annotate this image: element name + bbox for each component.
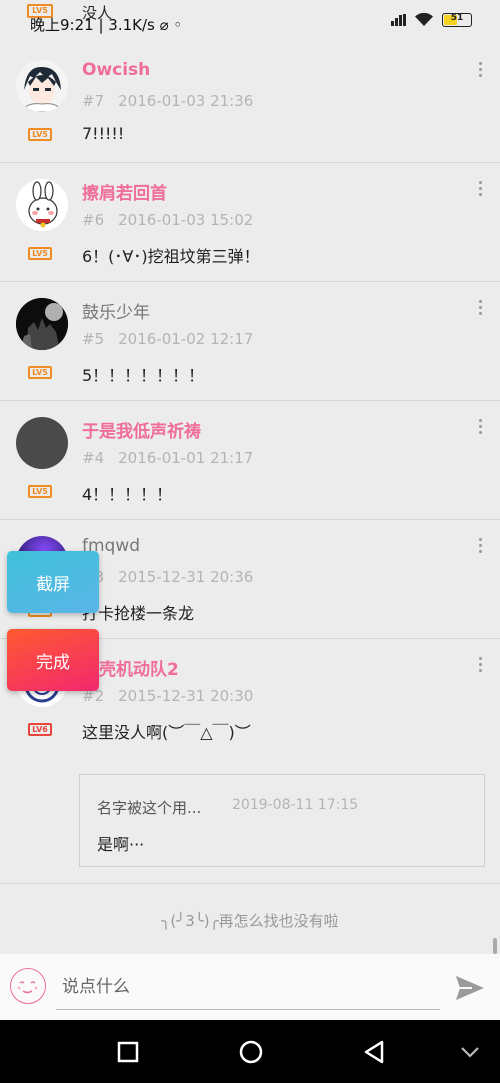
recents-icon[interactable]	[114, 1038, 142, 1066]
comment-date: 2016-01-01 21:17	[118, 449, 254, 467]
floor-number: #5	[82, 330, 105, 348]
comment-input[interactable]	[56, 964, 440, 1010]
comment-meta: #2 2015-12-31 20:30	[82, 687, 253, 705]
floor-number: #6	[82, 211, 105, 229]
reply-date: 2019-08-11 17:15	[232, 797, 359, 813]
comment-meta: #6 2016-01-03 15:02	[82, 211, 253, 229]
floor-number: #7	[82, 92, 105, 110]
level-badge: LV6	[28, 723, 52, 736]
comment-item[interactable]: LV5 Owcish #7 2016-01-03 21:36 7!!!!!	[0, 44, 500, 163]
chevron-down-icon[interactable]	[456, 1038, 484, 1066]
comment-meta: #5 2016-01-02 12:17	[82, 330, 253, 348]
comment-input-bar	[0, 954, 500, 1020]
comment-item[interactable]: LV5 擦肩若回首 #6 2016-01-03 15:02 6！(･∀･)挖祖坟第…	[0, 163, 500, 282]
comment-date: 2015-12-31 20:36	[118, 568, 254, 586]
reply-text: 是啊···	[97, 835, 145, 854]
battery-level: 51	[450, 13, 464, 23]
end-of-list-text: ╮(╯3╰)╭再怎么找也没有啦	[161, 912, 339, 930]
more-options-icon[interactable]	[472, 651, 488, 677]
avatar[interactable]	[16, 417, 68, 469]
comment-meta: #4 2016-01-01 21:17	[82, 449, 253, 467]
status-bar: LV5 没人 晚上9:21 | 3.1K/s ⌀ ◦ 51	[0, 0, 500, 44]
level-badge: LV5	[28, 366, 52, 379]
level-badge: LV5	[28, 485, 52, 498]
comment-meta: #7 2016-01-03 21:36	[82, 92, 253, 110]
wifi-icon	[415, 13, 433, 26]
comment-date: 2016-01-03 15:02	[118, 211, 254, 229]
reply-box[interactable]: 名字被这个用... 2019-08-11 17:15 是啊···	[79, 774, 485, 867]
comment-text: 这里没人啊(︶￣△￣)︶	[82, 723, 251, 742]
username[interactable]: Owcish	[82, 60, 150, 80]
more-options-icon[interactable]	[472, 56, 488, 82]
done-button[interactable]: 完成	[7, 629, 99, 691]
comment-text: 4！！！！！	[82, 485, 173, 504]
scrollbar[interactable]	[493, 938, 497, 954]
comment-text: 5！！！！！！！	[82, 366, 205, 385]
emoji-icon[interactable]	[10, 968, 46, 1004]
battery-icon: 51	[442, 13, 472, 27]
signal-icon	[391, 14, 406, 26]
comment-date: 2015-12-31 20:30	[118, 687, 254, 705]
more-options-icon[interactable]	[472, 532, 488, 558]
more-options-icon[interactable]	[472, 413, 488, 439]
comment-item[interactable]: LV5 于是我低声祈祷 #4 2016-01-01 21:17 4！！！！！	[0, 401, 500, 520]
comment-item[interactable]: LV5 鼓乐少年 #5 2016-01-02 12:17 5！！！！！！！	[0, 282, 500, 401]
comment-meta: #32015-12-31 20:36	[82, 568, 253, 586]
home-icon[interactable]	[237, 1038, 265, 1066]
comment-text: 6！(･∀･)挖祖坟第三弹！	[82, 247, 260, 266]
comment-text: 7!!!!!	[82, 124, 125, 143]
avatar[interactable]	[16, 179, 68, 231]
floor-number: #4	[82, 449, 105, 467]
send-icon[interactable]	[454, 972, 486, 1004]
system-nav-bar	[0, 1020, 500, 1083]
back-icon[interactable]	[360, 1038, 388, 1066]
screenshot-button[interactable]: 截屏	[7, 551, 99, 613]
username[interactable]: 鼓乐少年	[82, 298, 150, 323]
status-time: 晚上9:21 | 3.1K/s ⌀ ◦	[30, 16, 183, 34]
username[interactable]: 擦肩若回首	[82, 179, 167, 204]
comment-date: 2016-01-02 12:17	[118, 330, 254, 348]
more-options-icon[interactable]	[472, 294, 488, 320]
reply-username[interactable]: 名字被这个用...	[97, 797, 201, 818]
avatar[interactable]	[16, 60, 68, 112]
comment-date: 2016-01-03 21:36	[118, 92, 254, 110]
level-badge: LV5	[28, 247, 52, 260]
more-options-icon[interactable]	[472, 175, 488, 201]
username[interactable]: 于是我低声祈祷	[82, 417, 201, 442]
level-badge: LV5	[28, 128, 52, 141]
avatar[interactable]	[16, 298, 68, 350]
